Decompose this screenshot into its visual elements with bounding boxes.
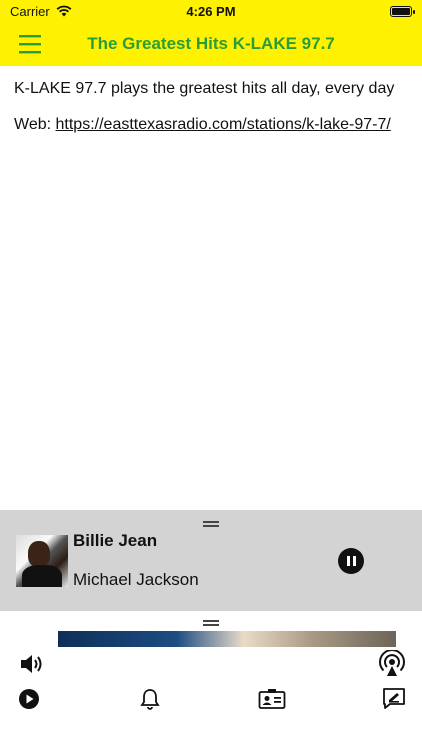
web-label: Web: — [14, 116, 52, 133]
station-info: K-LAKE 97.7 plays the greatest hits all … — [14, 78, 409, 150]
status-bar: Carrier 4:26 PM — [0, 0, 422, 22]
album-art — [16, 535, 68, 587]
secondary-drag-handle[interactable] — [203, 620, 219, 626]
contact-card-icon — [258, 689, 286, 709]
track-title: Billie Jean — [73, 531, 158, 550]
bell-icon — [140, 689, 160, 710]
menu-button[interactable] — [0, 22, 60, 66]
play-icon — [19, 689, 39, 709]
status-time: 4:26 PM — [186, 3, 236, 19]
pause-icon — [346, 556, 350, 566]
station-website-link[interactable]: https://easttexasradio.com/stations/k-la… — [56, 116, 391, 133]
battery-icon — [390, 5, 415, 17]
toolbar — [0, 647, 422, 750]
feedback-icon — [383, 688, 405, 709]
web-line: Web: https://easttexasradio.com/stations… — [14, 114, 409, 136]
notifications-tab[interactable] — [135, 684, 165, 714]
track-artist: Michael Jackson — [73, 570, 199, 589]
airplay-button[interactable] — [377, 649, 407, 679]
hamburger-menu-icon — [19, 35, 41, 54]
nav-bar: The Greatest Hits K-LAKE 97.7 — [0, 22, 422, 66]
contact-tab[interactable] — [257, 684, 287, 714]
carrier-label: Carrier — [10, 3, 50, 19]
play-tab[interactable] — [14, 684, 44, 714]
volume-button[interactable] — [17, 649, 47, 679]
volume-icon — [21, 655, 42, 673]
wifi-icon — [56, 5, 72, 17]
station-banner-image — [58, 631, 396, 647]
feedback-tab[interactable] — [379, 684, 409, 714]
status-left: Carrier — [10, 4, 72, 19]
page-title: The Greatest Hits K-LAKE 97.7 — [87, 34, 335, 53]
drag-handle[interactable] — [203, 521, 219, 527]
airplay-icon — [379, 650, 405, 676]
pause-button[interactable] — [338, 548, 364, 574]
station-description: K-LAKE 97.7 plays the greatest hits all … — [14, 80, 395, 97]
